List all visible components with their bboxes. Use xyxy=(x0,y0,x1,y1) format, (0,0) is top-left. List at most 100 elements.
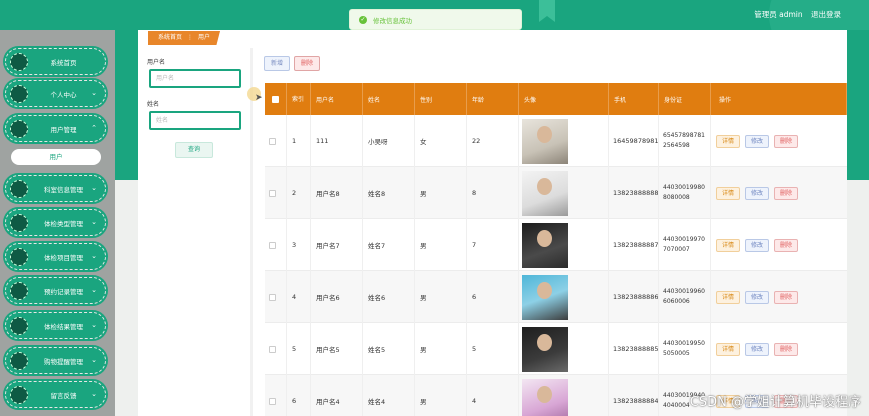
sidebar-item-profile[interactable]: 个人中心 ⌄ xyxy=(5,80,106,107)
cell-name: 姓名6 xyxy=(363,271,415,323)
cell-username: 用户名6 xyxy=(311,271,363,323)
sidebar-item-department[interactable]: 科室信息管理 ⌄ xyxy=(5,175,106,202)
column-index: 索引 xyxy=(287,83,311,115)
cell-avatar xyxy=(519,167,609,219)
cell-name: 小吴呀 xyxy=(363,115,415,167)
cell-id-card: 44030019960 6060006 xyxy=(659,271,711,323)
sidebar-item-exam-type[interactable]: 体检类型管理 ⌄ xyxy=(5,209,106,236)
row-checkbox[interactable] xyxy=(265,323,287,375)
id-card-part: 7070007 xyxy=(663,246,690,253)
sidebar-item-label: 系统首页 xyxy=(50,58,77,67)
table-row: 3 用户名7 姓名7 男 7 13823888887 44030019970 70… xyxy=(265,219,847,271)
menu-dot-icon xyxy=(10,85,28,103)
table-row: 5 用户名5 姓名5 男 5 13823888885 44030019950 50… xyxy=(265,323,847,375)
edit-button[interactable]: 修改 xyxy=(745,134,770,148)
detail-button[interactable]: 详情 xyxy=(716,238,741,252)
cell-phone: 13823888884 xyxy=(609,375,659,416)
panel-divider xyxy=(250,48,253,416)
user-info: 管理员 admin 退出登录 xyxy=(748,9,841,20)
chevron-up-icon: ⌃ xyxy=(91,124,97,132)
sidebar-item-users[interactable]: 用户管理 ⌃ xyxy=(5,115,106,142)
cell-actions: 详情 修改 删除 xyxy=(711,219,847,271)
delete-button[interactable]: 删除 xyxy=(774,342,799,356)
table-header: 索引 用户名 姓名 性别 年龄 头像 手机 身份证 操作 xyxy=(265,83,847,115)
sidebar-item-exam-project[interactable]: 体检项目管理 ⌄ xyxy=(5,243,106,270)
select-all-checkbox[interactable] xyxy=(265,83,287,115)
edit-button[interactable]: 修改 xyxy=(745,290,770,304)
chevron-down-icon: ⌄ xyxy=(91,390,97,398)
menu-dot-icon xyxy=(10,352,28,370)
cell-gender: 女 xyxy=(415,115,467,167)
detail-button[interactable]: 详情 xyxy=(716,186,741,200)
cell-actions: 详情 修改 删除 xyxy=(711,323,847,375)
menu-dot-icon xyxy=(10,386,28,404)
delete-button[interactable]: 删除 xyxy=(774,238,799,252)
menu-dot-icon xyxy=(10,120,28,138)
row-checkbox[interactable] xyxy=(265,167,287,219)
username-label: 用户名 xyxy=(147,59,166,66)
cell-username: 用户名7 xyxy=(311,219,363,271)
chevron-down-icon: ⌄ xyxy=(91,356,97,364)
cell-age: 7 xyxy=(467,219,519,271)
cell-gender: 男 xyxy=(415,375,467,416)
table-row: 2 用户名8 姓名8 男 8 13823888888 44030019980 80… xyxy=(265,167,847,219)
add-button[interactable]: 新增 xyxy=(264,56,291,71)
sidebar-item-label: 预约记录管理 xyxy=(44,287,83,296)
cell-phone: 13823888886 xyxy=(609,271,659,323)
breadcrumb-home[interactable]: 系统首页 xyxy=(158,34,182,41)
sidebar-item-label: 用户管理 xyxy=(50,125,77,134)
batch-delete-button[interactable]: 删除 xyxy=(294,56,321,71)
cell-age: 22 xyxy=(467,115,519,167)
cell-avatar xyxy=(519,323,609,375)
cell-username: 用户名5 xyxy=(311,323,363,375)
cell-actions: 详情 修改 删除 xyxy=(711,115,847,167)
delete-button[interactable]: 删除 xyxy=(774,290,799,304)
row-checkbox[interactable] xyxy=(265,271,287,323)
avatar-image xyxy=(522,378,568,416)
cell-age: 6 xyxy=(467,271,519,323)
detail-button[interactable]: 详情 xyxy=(716,134,741,148)
cell-username: 用户名8 xyxy=(311,167,363,219)
edit-button[interactable]: 修改 xyxy=(745,186,770,200)
logout-link[interactable]: 退出登录 xyxy=(811,10,841,19)
detail-button[interactable]: 详情 xyxy=(716,342,741,356)
row-checkbox[interactable] xyxy=(265,219,287,271)
id-card-part: 4040004 xyxy=(663,402,690,409)
table-row: 1 111 小吴呀 女 22 16459878981 65457898781 25… xyxy=(265,115,847,167)
cell-username: 用户名4 xyxy=(311,375,363,416)
mouse-pointer-icon: ➤ xyxy=(255,93,263,103)
column-gender: 性别 xyxy=(415,83,467,115)
row-checkbox[interactable] xyxy=(265,375,287,416)
cell-avatar xyxy=(519,219,609,271)
sidebar-item-home[interactable]: 系统首页 xyxy=(5,48,106,75)
cell-index: 2 xyxy=(287,167,311,219)
edit-button[interactable]: 修改 xyxy=(745,342,770,356)
sidebar-item-feedback[interactable]: 留言反馈 ⌄ xyxy=(5,381,106,408)
sidebar-item-label: 科室信息管理 xyxy=(44,185,83,194)
name-label: 姓名 xyxy=(147,101,160,108)
menu-dot-icon xyxy=(10,180,28,198)
name-input[interactable]: 姓名 xyxy=(149,111,241,130)
edit-button[interactable]: 修改 xyxy=(745,238,770,252)
query-button[interactable]: 查询 xyxy=(175,142,213,158)
column-phone: 手机 xyxy=(609,83,659,115)
cell-phone: 13823888887 xyxy=(609,219,659,271)
sidebar-item-exam-result[interactable]: 体检结果管理 ⌄ xyxy=(5,312,106,339)
sidebar-item-appointment[interactable]: 预约记录管理 ⌄ xyxy=(5,277,106,304)
sidebar-item-reminder[interactable]: 购物提醒管理 ⌄ xyxy=(5,347,106,374)
delete-button[interactable]: 删除 xyxy=(774,186,799,200)
detail-button[interactable]: 详情 xyxy=(716,290,741,304)
username-input[interactable]: 用户名 xyxy=(149,69,241,88)
delete-button[interactable]: 删除 xyxy=(774,134,799,148)
table-row: 4 用户名6 姓名6 男 6 13823888886 44030019960 60… xyxy=(265,271,847,323)
row-checkbox[interactable] xyxy=(265,115,287,167)
cell-phone: 13823888885 xyxy=(609,323,659,375)
cell-avatar xyxy=(519,375,609,416)
sidebar-subitem-user[interactable]: 用户 xyxy=(11,149,101,165)
sidebar-item-label: 个人中心 xyxy=(50,90,77,99)
sidebar-item-label: 体检项目管理 xyxy=(44,253,83,262)
id-card-part: 44030019960 xyxy=(663,288,705,295)
id-card-part: 44030019970 xyxy=(663,236,705,243)
cell-age: 5 xyxy=(467,323,519,375)
cell-gender: 男 xyxy=(415,323,467,375)
